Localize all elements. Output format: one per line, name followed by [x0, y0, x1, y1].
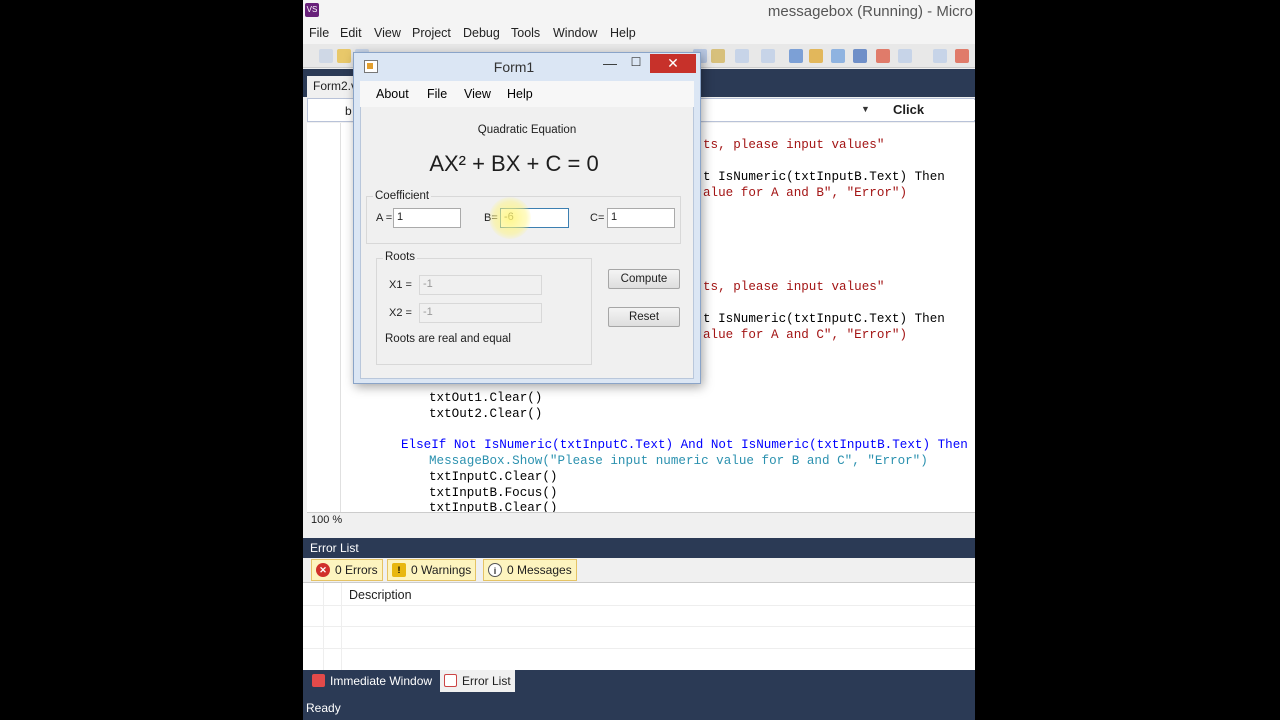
code-line: t IsNumeric(txtInputC.Text) Then: [703, 312, 945, 326]
vs-menu-bar: File Edit View Project Debug Tools Windo…: [303, 24, 975, 44]
errors-count: 0 Errors: [335, 563, 378, 577]
compute-button[interactable]: Compute: [608, 269, 680, 289]
tab-form2[interactable]: Form2.v: [307, 76, 359, 97]
class-combo[interactable]: b: [345, 104, 352, 118]
vs-logo-icon: VS: [305, 3, 319, 17]
coefficient-group-label: Coefficient: [373, 190, 432, 202]
x2-output: -1: [419, 303, 542, 323]
toolbar-tool-icon[interactable]: [711, 49, 725, 63]
code-line: ts, please input values": [703, 280, 885, 294]
error-list-header: [303, 538, 975, 558]
chevron-down-icon[interactable]: ▼: [861, 104, 870, 114]
code-line: t IsNumeric(txtInputB.Text) Then: [703, 170, 945, 184]
error-icon: ✕: [316, 563, 330, 577]
grid-divider: [303, 626, 975, 627]
new-project-icon[interactable]: [319, 49, 333, 63]
toolbar-tool-icon[interactable]: [898, 49, 912, 63]
code-line: alue for A and C", "Error"): [703, 328, 908, 342]
c-input[interactable]: 1: [607, 208, 675, 228]
toolbar-tool-icon[interactable]: [789, 49, 803, 63]
toolbar-tool-icon[interactable]: [761, 49, 775, 63]
c-label: C=: [590, 212, 605, 224]
quadratic-heading: Quadratic Equation: [477, 124, 577, 136]
menu-edit[interactable]: Edit: [340, 26, 362, 40]
editor-margin: [307, 123, 341, 513]
roots-message: Roots are real and equal: [385, 333, 511, 345]
menu-help[interactable]: Help: [610, 26, 636, 40]
tab-immediate-window-label: Immediate Window: [330, 674, 433, 688]
code-line: txtOut2.Clear(): [429, 407, 543, 421]
code-line: txtOut1.Clear(): [429, 391, 543, 405]
tab-error-list-label: Error List: [462, 674, 511, 688]
error-list-title: Error List: [310, 541, 359, 555]
toolbar-tool-icon[interactable]: [735, 49, 749, 63]
info-icon: i: [488, 563, 502, 577]
menu-file[interactable]: File: [309, 26, 329, 40]
menu-tools[interactable]: Tools: [511, 26, 540, 40]
menu-project[interactable]: Project: [412, 26, 451, 40]
immediate-window-icon: [312, 674, 325, 687]
code-line: txtInputB.Focus(): [429, 486, 558, 500]
warning-icon: !: [392, 563, 406, 577]
menu-window[interactable]: Window: [553, 26, 597, 40]
form-menu-view[interactable]: View: [464, 87, 491, 101]
grid-divider: [341, 583, 342, 671]
code-line: MessageBox.Show("Please input numeric va…: [429, 454, 928, 468]
toolbar-tool-icon[interactable]: [831, 49, 845, 63]
equation-label: AX² + BX + C = 0: [429, 151, 599, 176]
a-label: A =: [376, 212, 393, 224]
toolbar-tool-icon[interactable]: [876, 49, 890, 63]
method-combo-label: Click: [893, 102, 925, 117]
form-menu-about[interactable]: About: [376, 87, 409, 101]
form-menu-help[interactable]: Help: [507, 87, 533, 101]
errors-filter-button[interactable]: ✕ 0 Errors: [311, 559, 383, 581]
code-line: ts, please input values": [703, 138, 885, 152]
code-line: alue for A and B", "Error"): [703, 186, 908, 200]
method-combo[interactable]: [874, 100, 975, 120]
roots-group-label: Roots: [383, 251, 418, 263]
x1-label: X1 =: [389, 279, 412, 291]
form-menu-file[interactable]: File: [427, 87, 447, 101]
cursor-highlight: [489, 197, 531, 239]
messages-filter-button[interactable]: i 0 Messages: [483, 559, 577, 581]
code-line: txtInputC.Clear(): [429, 470, 558, 484]
toolbar-tool-icon[interactable]: [955, 49, 969, 63]
error-list-icon: [444, 674, 457, 687]
vs-title-bar: VS messagebox (Running) - Micro: [303, 0, 975, 24]
status-text: Ready: [306, 701, 341, 715]
menu-view[interactable]: View: [374, 26, 401, 40]
zoom-level[interactable]: 100 %: [311, 514, 342, 526]
status-bar: [303, 696, 975, 720]
code-line: ElseIf Not IsNumeric(txtInputC.Text) And…: [401, 438, 968, 452]
menu-debug[interactable]: Debug: [463, 26, 500, 40]
minimize-icon[interactable]: —: [598, 55, 622, 75]
warnings-count: 0 Warnings: [411, 563, 472, 577]
reset-button[interactable]: Reset: [608, 307, 680, 327]
maximize-icon[interactable]: ☐: [624, 55, 648, 75]
toolbar-tool-icon[interactable]: [809, 49, 823, 63]
x1-output: -1: [419, 275, 542, 295]
open-file-icon[interactable]: [337, 49, 351, 63]
form1-title-bar[interactable]: Form1 — ☐ ✕: [354, 53, 700, 81]
warnings-filter-button[interactable]: ! 0 Warnings: [387, 559, 477, 581]
messages-count: 0 Messages: [507, 563, 572, 577]
tab-error-list[interactable]: Error List: [440, 670, 515, 692]
close-icon[interactable]: ✕: [650, 54, 696, 73]
toolbar-tool-icon[interactable]: [933, 49, 947, 63]
toolbar-tool-icon[interactable]: [853, 49, 867, 63]
vs-window-title: messagebox (Running) - Micro: [767, 3, 973, 20]
grid-divider: [323, 583, 324, 671]
tab-immediate-window[interactable]: Immediate Window: [308, 670, 436, 692]
grid-divider: [303, 648, 975, 649]
description-column-header[interactable]: Description: [349, 588, 412, 602]
editor-status-strip: [307, 512, 975, 528]
grid-divider: [303, 605, 975, 606]
a-input[interactable]: 1: [393, 208, 461, 228]
x2-label: X2 =: [389, 307, 412, 319]
code-line: txtInputB.Clear(): [429, 501, 558, 512]
